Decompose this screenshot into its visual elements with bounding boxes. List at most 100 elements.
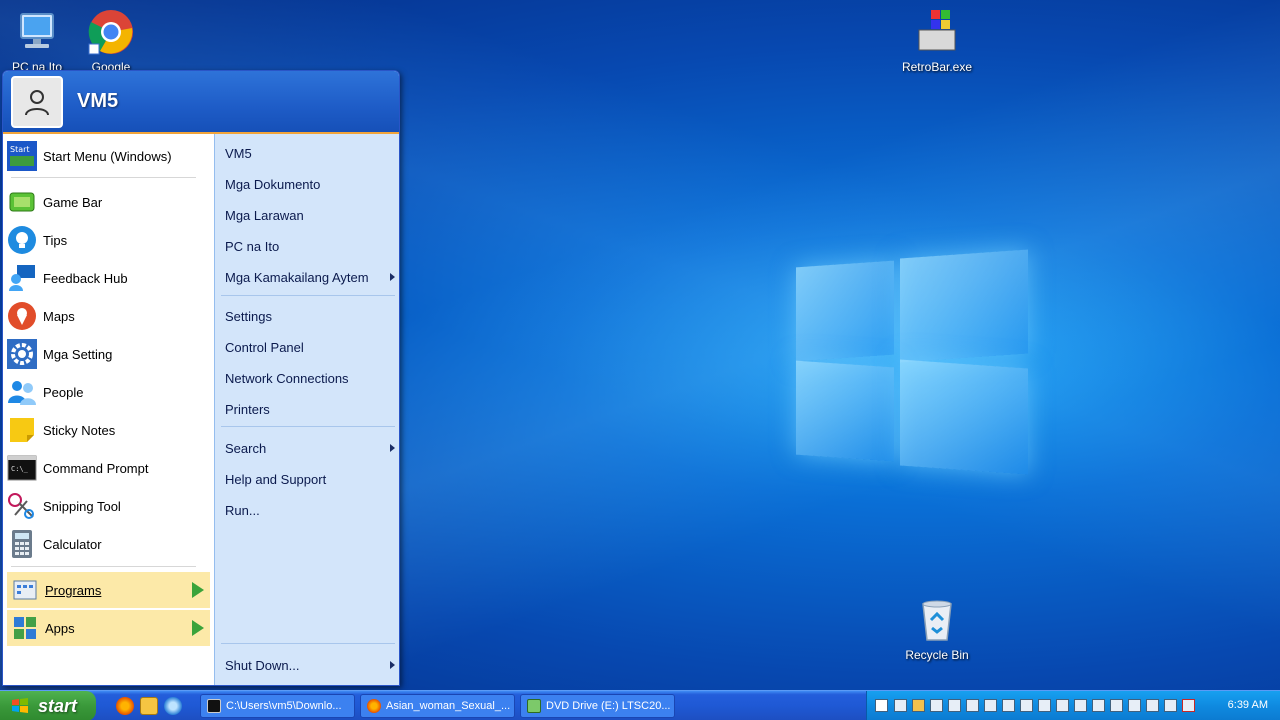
tray-icon[interactable] bbox=[1110, 699, 1123, 712]
folder-icon[interactable] bbox=[140, 697, 158, 715]
task-button-dvd-drive[interactable]: DVD Drive (E:) LTSC20... bbox=[520, 694, 675, 718]
desktop-icon-retrobar[interactable]: RetroBar.exe bbox=[897, 8, 977, 74]
desktop-icon-recycle-bin[interactable]: Recycle Bin bbox=[897, 596, 977, 662]
tray-icon[interactable] bbox=[1038, 699, 1051, 712]
place-recent-items[interactable]: Mga Kamakailang Aytem bbox=[225, 264, 395, 290]
separator bbox=[11, 177, 196, 178]
sticky-notes-icon bbox=[7, 415, 37, 445]
tray-icon[interactable] bbox=[1074, 699, 1087, 712]
tray-icon[interactable] bbox=[966, 699, 979, 712]
security-shield-icon[interactable] bbox=[875, 699, 888, 712]
place-user-folder[interactable]: VM5 bbox=[225, 140, 395, 166]
svg-text:Start: Start bbox=[10, 145, 30, 154]
separator bbox=[221, 643, 395, 644]
arrow-right-icon bbox=[192, 582, 204, 598]
place-network-connections[interactable]: Network Connections bbox=[225, 365, 395, 391]
search-tray-icon[interactable] bbox=[912, 699, 925, 712]
tray-icon[interactable] bbox=[1092, 699, 1105, 712]
scissors-icon bbox=[7, 491, 37, 521]
tray-icon[interactable] bbox=[948, 699, 961, 712]
browser-icon[interactable] bbox=[164, 697, 182, 715]
place-printers[interactable]: Printers bbox=[225, 396, 395, 422]
desktop-icon-pc[interactable]: PC na Ito bbox=[0, 8, 77, 74]
place-label: Mga Larawan bbox=[225, 207, 304, 223]
programs-label: Programs bbox=[45, 582, 102, 598]
app-label: Calculator bbox=[43, 536, 102, 552]
svg-text:C:\_: C:\_ bbox=[11, 465, 29, 473]
app-command-prompt[interactable]: C:\_ Command Prompt bbox=[7, 450, 210, 486]
app-feedback-hub[interactable]: Feedback Hub bbox=[7, 260, 210, 296]
start-label: start bbox=[38, 695, 78, 716]
app-start-menu-windows[interactable]: Start Start Menu (Windows) bbox=[7, 138, 210, 174]
maps-icon bbox=[7, 301, 37, 331]
start-menu: VM5 Start Start Menu (Windows) Game Bar … bbox=[2, 70, 400, 686]
app-sticky-notes[interactable]: Sticky Notes bbox=[7, 412, 210, 448]
task-button-firefox[interactable]: Asian_woman_Sexual_... bbox=[360, 694, 515, 718]
tray-icon[interactable] bbox=[894, 699, 907, 712]
tray-icon[interactable] bbox=[1146, 699, 1159, 712]
tips-icon bbox=[7, 225, 37, 255]
start-menu-header: VM5 bbox=[3, 71, 399, 134]
tray-icon[interactable] bbox=[1020, 699, 1033, 712]
place-documents[interactable]: Mga Dokumento bbox=[225, 171, 395, 197]
place-label: PC na Ito bbox=[225, 238, 280, 254]
app-snipping-tool[interactable]: Snipping Tool bbox=[7, 488, 210, 524]
volume-muted-icon[interactable] bbox=[1182, 699, 1195, 712]
people-icon bbox=[7, 377, 37, 407]
firefox-icon[interactable] bbox=[116, 697, 134, 715]
place-label: Mga Kamakailang Aytem bbox=[225, 269, 369, 285]
avatar[interactable] bbox=[11, 75, 63, 128]
place-control-panel[interactable]: Control Panel bbox=[225, 334, 395, 360]
tray-icon[interactable] bbox=[1128, 699, 1141, 712]
tray-icon[interactable] bbox=[1002, 699, 1015, 712]
app-game-bar[interactable]: Game Bar bbox=[7, 184, 210, 220]
feedback-icon bbox=[7, 263, 37, 293]
place-label: Mga Dokumento bbox=[225, 176, 321, 192]
app-settings[interactable]: Mga Setting bbox=[7, 336, 210, 372]
network-icon[interactable] bbox=[1164, 699, 1177, 712]
apps-button[interactable]: Apps bbox=[7, 610, 210, 646]
task-label: Asian_woman_Sexual_... bbox=[386, 700, 511, 712]
app-label: People bbox=[43, 384, 84, 400]
shutdown-button[interactable]: Shut Down... bbox=[225, 652, 395, 678]
place-pictures[interactable]: Mga Larawan bbox=[225, 202, 395, 228]
shutdown-label: Shut Down... bbox=[225, 657, 300, 673]
app-label: Command Prompt bbox=[43, 460, 149, 476]
app-label: Tips bbox=[43, 232, 68, 248]
app-calculator[interactable]: Calculator bbox=[7, 526, 210, 562]
app-label: Sticky Notes bbox=[43, 422, 116, 438]
place-label: Network Connections bbox=[225, 370, 349, 386]
place-search[interactable]: Search bbox=[225, 435, 395, 461]
task-label: C:\Users\vm5\Downlo... bbox=[226, 700, 342, 712]
arrow-right-icon bbox=[192, 620, 204, 636]
system-tray: 6:39 AM bbox=[866, 691, 1280, 720]
firefox-icon bbox=[367, 699, 381, 713]
app-label: Maps bbox=[43, 308, 75, 324]
programs-button[interactable]: Programs bbox=[7, 572, 210, 608]
start-button[interactable]: start bbox=[0, 691, 96, 720]
user-name: VM5 bbox=[77, 90, 119, 112]
programs-folder-icon bbox=[11, 576, 39, 604]
start-menu-icon: Start bbox=[7, 141, 37, 171]
place-settings[interactable]: Settings bbox=[225, 303, 395, 329]
tray-icon[interactable] bbox=[930, 699, 943, 712]
place-run[interactable]: Run... bbox=[225, 497, 395, 523]
app-tips[interactable]: Tips bbox=[7, 222, 210, 258]
desktop-icon-google[interactable]: Google bbox=[71, 8, 151, 74]
user-icon bbox=[25, 89, 49, 115]
app-people[interactable]: People bbox=[7, 374, 210, 410]
place-this-pc[interactable]: PC na Ito bbox=[225, 233, 395, 259]
place-label: Control Panel bbox=[225, 339, 304, 355]
gear-icon bbox=[7, 339, 37, 369]
computer-icon bbox=[13, 8, 61, 56]
tray-icon[interactable] bbox=[1056, 699, 1069, 712]
place-help-and-support[interactable]: Help and Support bbox=[225, 466, 395, 492]
separator bbox=[221, 295, 395, 296]
taskbar: start C:\Users\vm5\Downlo... Asian_woman… bbox=[0, 690, 1280, 720]
app-maps[interactable]: Maps bbox=[7, 298, 210, 334]
place-label: Printers bbox=[225, 401, 270, 417]
clock[interactable]: 6:39 AM bbox=[1228, 699, 1268, 711]
tray-icon[interactable] bbox=[984, 699, 997, 712]
windows-flag-icon bbox=[12, 698, 28, 713]
task-button-cmd[interactable]: C:\Users\vm5\Downlo... bbox=[200, 694, 355, 718]
